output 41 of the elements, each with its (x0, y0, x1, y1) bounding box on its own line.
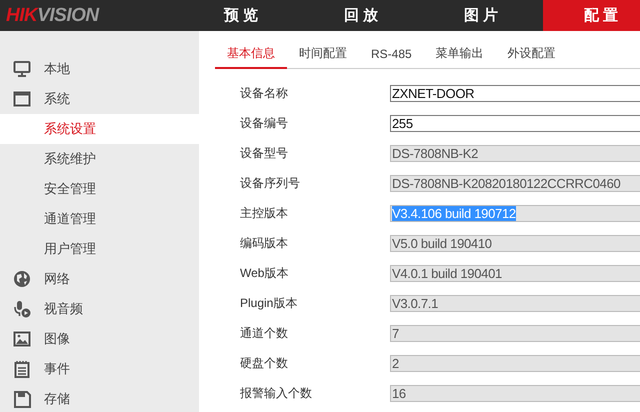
sidebar-subitem[interactable]: 用户管理 (0, 234, 199, 264)
sidebar-item[interactable]: 视音频 (0, 294, 199, 324)
image-icon (13, 330, 31, 348)
field-label: 设备型号 (239, 144, 289, 162)
sidebar-subitem[interactable]: 系统设置 (0, 114, 199, 144)
microphone-icon (13, 300, 31, 318)
tab[interactable]: 外设配置 (496, 41, 568, 69)
field-label: 设备序列号 (239, 174, 301, 192)
tab[interactable]: RS-485 (359, 41, 424, 69)
nav-tab[interactable]: 回放 (303, 0, 423, 31)
field-label: 硬盘个数 (239, 354, 289, 372)
sidebar-item[interactable]: 图像 (0, 324, 199, 354)
field-label: 报警输入个数 (239, 384, 313, 402)
sidebar-item[interactable]: 系统 (0, 84, 199, 114)
sidebar-subitem[interactable]: 通道管理 (0, 204, 199, 234)
field-label: 通道个数 (239, 324, 289, 342)
sidebar-subitem[interactable]: 安全管理 (0, 174, 199, 204)
sidebar-item[interactable]: 本地 (0, 54, 199, 84)
input-field[interactable]: 255 (390, 114, 640, 132)
input-field[interactable]: ZXNET-DOOR (390, 84, 640, 102)
field-label: 编码版本 (239, 234, 289, 252)
tab[interactable]: 时间配置 (287, 41, 359, 69)
field-label: Plugin版本 (239, 294, 298, 312)
tab[interactable]: 基本信息 (215, 41, 287, 69)
sidebar-item[interactable]: 存储 (0, 384, 199, 412)
nav-tab[interactable]: 图片 (423, 0, 543, 31)
window-icon (13, 90, 31, 108)
field-label: 设备名称 (239, 84, 289, 102)
sidebar-subitem[interactable]: 系统维护 (0, 144, 199, 174)
logo: HIKVISION (6, 4, 99, 26)
sidebar-item[interactable]: 网络 (0, 264, 199, 294)
nav-tab[interactable]: 预览 (183, 0, 303, 31)
field-label: 设备编号 (239, 114, 289, 132)
nav-tab[interactable]: 配置 (543, 0, 640, 31)
field-label: Web版本 (239, 264, 290, 282)
field-label: 主控版本 (239, 204, 289, 222)
globe-icon (13, 270, 31, 288)
notepad-icon (13, 360, 31, 378)
monitor-icon (13, 60, 31, 78)
tab[interactable]: 菜单输出 (424, 41, 496, 69)
sidebar-item[interactable]: 事件 (0, 354, 199, 384)
